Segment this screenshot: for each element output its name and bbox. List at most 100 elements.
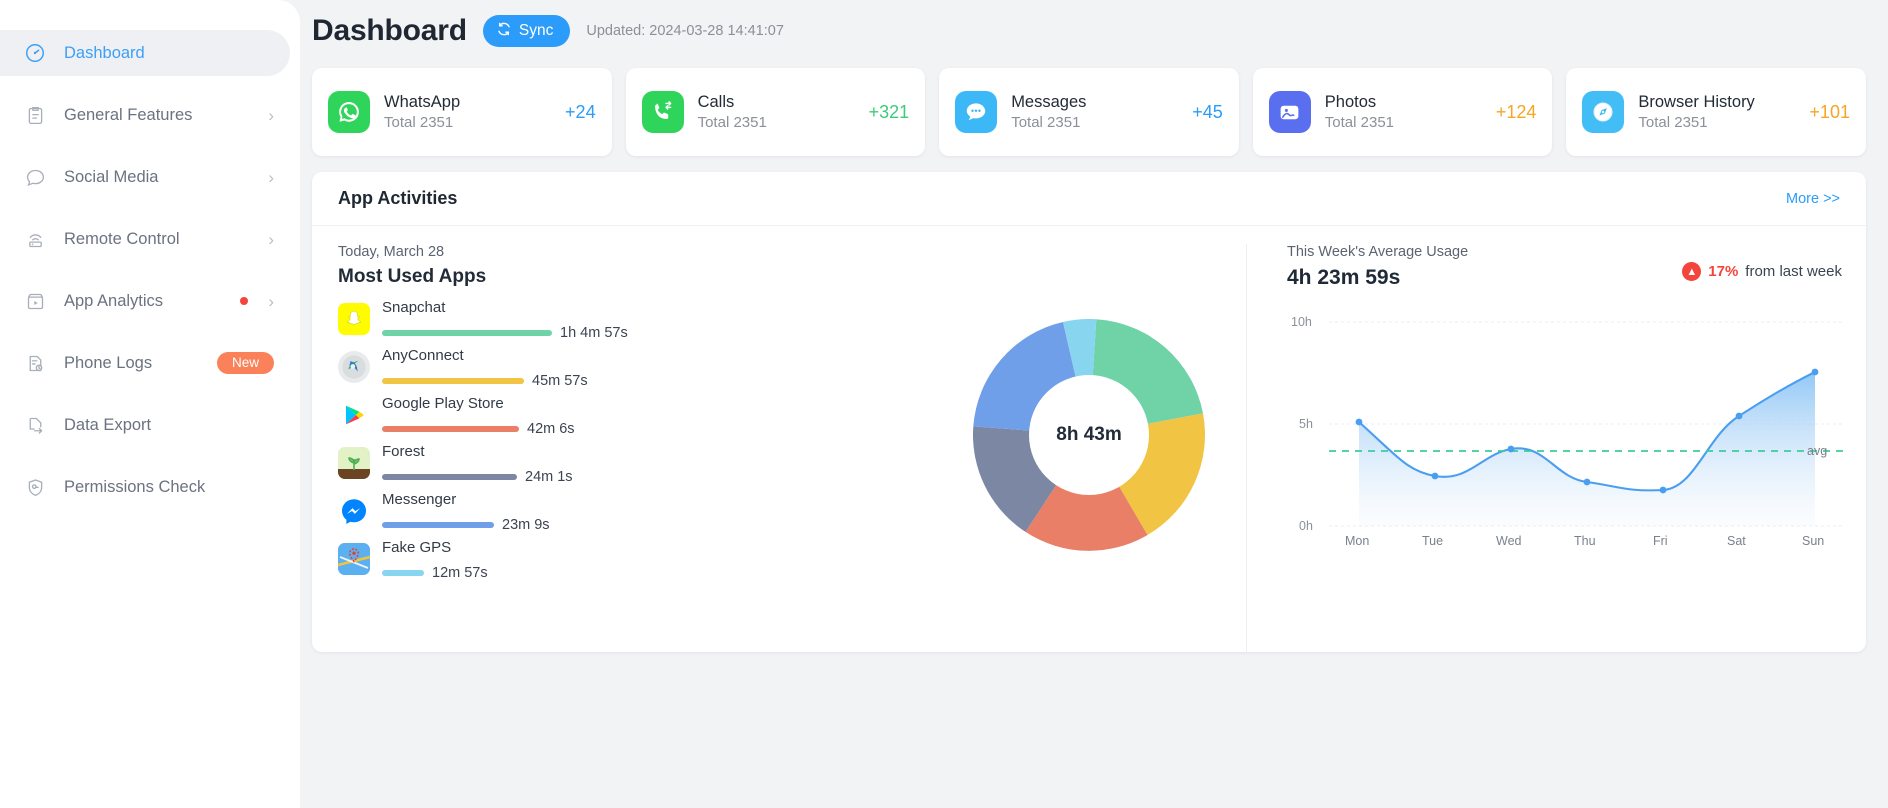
updated-timestamp: Updated: 2024-03-28 14:41:07 xyxy=(586,23,784,39)
sidebar-item-data-export[interactable]: Data Export xyxy=(0,402,300,448)
x-tick-thu: Thu xyxy=(1574,534,1596,548)
chevron-right-icon: › xyxy=(268,105,274,125)
list-item[interactable]: Fake GPS 12m 57s xyxy=(338,538,932,586)
sidebar-nav: Dashboard General Features › Social Medi… xyxy=(0,30,300,510)
y-tick-10h: 10h xyxy=(1291,315,1312,329)
stat-card-text: Photos Total 2351 xyxy=(1325,91,1482,134)
usage-bar xyxy=(382,329,552,336)
stat-card-name: Calls xyxy=(697,92,735,111)
refresh-icon xyxy=(496,21,512,42)
sidebar-item-label: Social Media xyxy=(64,167,159,186)
sidebar-item-label: General Features xyxy=(64,105,193,124)
weekly-usage-chart: 10h 5h 0h avg Mon Tue Wed Thu Fri Sat Su… xyxy=(1287,306,1843,561)
page-title: Dashboard xyxy=(312,14,467,47)
stat-card-whatsapp[interactable]: WhatsApp Total 2351 +24 xyxy=(312,68,612,156)
sidebar-item-label: Dashboard xyxy=(64,43,145,62)
app-activities-panel: App Activities More >> Today, March 28 M… xyxy=(312,172,1866,652)
stat-card-browser-history[interactable]: Browser History Total 2351 +101 xyxy=(1566,68,1866,156)
trend-text: from last week xyxy=(1745,263,1842,280)
app-bar-line: 45m 57s xyxy=(382,373,932,389)
stat-card-total: Total 2351 xyxy=(1011,114,1081,131)
stat-card-photos[interactable]: Photos Total 2351 +124 xyxy=(1252,68,1553,156)
usage-bar xyxy=(382,569,424,576)
x-tick-sun: Sun xyxy=(1802,534,1825,548)
app-usage-time: 1h 4m 57s xyxy=(560,324,628,341)
list-item[interactable]: Messenger 23m 9s xyxy=(338,490,932,538)
app-name: AnyConnect xyxy=(382,347,464,364)
app-usage-time: 23m 9s xyxy=(502,516,550,533)
most-used-apps-section: Today, March 28 Most Used Apps Snapchat xyxy=(312,244,932,652)
video-clapper-icon xyxy=(20,288,50,314)
week-usage-section: This Week's Average Usage 4h 23m 59s ▲ 1… xyxy=(1246,244,1866,652)
sidebar-item-dashboard[interactable]: Dashboard xyxy=(0,30,290,76)
stat-card-delta: +101 xyxy=(1809,101,1850,122)
trend-percent: 17% xyxy=(1708,263,1739,280)
sidebar-item-label: Permissions Check xyxy=(64,477,206,496)
weekly-usage-svg xyxy=(1329,321,1843,527)
sidebar-item-remote-control[interactable]: Remote Control › xyxy=(0,216,300,262)
notification-dot xyxy=(240,297,249,305)
chevron-right-icon: › xyxy=(268,291,274,311)
x-tick-sat: Sat xyxy=(1727,534,1746,548)
app-bar-line: 12m 57s xyxy=(382,565,932,581)
trend-indicator: ▲ 17% from last week xyxy=(1682,244,1842,281)
list-item[interactable]: Google Play Store 42m 6s xyxy=(338,394,932,442)
stat-cards-row: WhatsApp Total 2351 +24 Calls Total 2351… xyxy=(312,68,1866,156)
panel-body: Today, March 28 Most Used Apps Snapchat xyxy=(312,226,1866,652)
stat-card-delta: +124 xyxy=(1495,101,1537,122)
x-tick-wed: Wed xyxy=(1496,534,1522,548)
calls-icon xyxy=(641,91,684,133)
app-usage-time: 42m 6s xyxy=(527,420,575,437)
shield-key-icon xyxy=(20,474,50,500)
more-link[interactable]: More >> xyxy=(1786,191,1840,207)
x-tick-mon: Mon xyxy=(1345,534,1370,548)
google-play-icon xyxy=(338,399,370,431)
y-tick-5h: 5h xyxy=(1299,417,1313,431)
main-content: Dashboard Sync Updated: 2024-03-28 14:41… xyxy=(300,0,1888,808)
status-badge-new: New xyxy=(216,351,274,375)
list-item[interactable]: Snapchat 1h 4m 57s xyxy=(338,298,932,346)
topbar: Dashboard Sync Updated: 2024-03-28 14:41… xyxy=(312,0,1866,62)
app-name: Forest xyxy=(382,443,425,460)
stat-card-name: Messages xyxy=(1011,92,1087,111)
stat-card-delta: +321 xyxy=(868,101,910,122)
stat-card-text: Calls Total 2351 xyxy=(698,91,855,134)
clipboard-icon xyxy=(20,102,50,128)
stat-card-messages[interactable]: Messages Total 2351 +45 xyxy=(939,68,1239,156)
app-name: Messenger xyxy=(382,491,457,508)
app-usage-time: 45m 57s xyxy=(532,372,588,389)
browser-icon xyxy=(1582,91,1625,133)
sync-button[interactable]: Sync xyxy=(482,15,571,47)
export-file-icon xyxy=(20,412,50,438)
sidebar-item-app-analytics[interactable]: App Analytics › xyxy=(0,278,300,324)
app-usage-list: Snapchat 1h 4m 57s AnyConnect 45m 57s Go… xyxy=(338,298,932,586)
stat-card-name: Browser History xyxy=(1638,92,1755,111)
app-name: Google Play Store xyxy=(382,395,504,412)
app-row-content: Snapchat 1h 4m 57s xyxy=(382,298,932,341)
app-usage-time: 24m 1s xyxy=(525,468,573,485)
list-item[interactable]: AnyConnect 45m 57s xyxy=(338,346,932,394)
chevron-right-icon: › xyxy=(268,167,274,187)
week-usage-value: 4h 23m 59s xyxy=(1287,266,1401,289)
sidebar-item-permissions-check[interactable]: Permissions Check xyxy=(0,464,300,510)
stat-card-text: Browser History Total 2351 xyxy=(1638,91,1795,134)
fake-gps-icon xyxy=(338,543,370,575)
week-usage-summary: This Week's Average Usage 4h 23m 59s xyxy=(1287,244,1468,290)
app-row-content: Forest 24m 1s xyxy=(382,442,932,485)
sidebar-item-phone-logs[interactable]: Phone Logs New xyxy=(0,340,300,386)
sidebar-item-general-features[interactable]: General Features › xyxy=(0,92,300,138)
list-item[interactable]: Forest 24m 1s xyxy=(338,442,932,490)
messenger-icon xyxy=(338,495,370,527)
app-bar-line: 23m 9s xyxy=(382,517,932,533)
app-name: Snapchat xyxy=(382,299,446,316)
sidebar-item-social-media[interactable]: Social Media › xyxy=(0,154,300,200)
sidebar-item-label: Data Export xyxy=(64,415,152,434)
usage-donut-chart: 8h 43m xyxy=(932,244,1246,652)
usage-bar xyxy=(382,521,494,528)
y-tick-0h: 0h xyxy=(1299,519,1313,533)
stat-card-calls[interactable]: Calls Total 2351 +321 xyxy=(625,68,926,156)
stat-card-text: Messages Total 2351 xyxy=(1011,91,1178,134)
panel-title: App Activities xyxy=(338,188,458,208)
forest-icon xyxy=(338,447,370,479)
stat-card-delta: +24 xyxy=(565,101,596,122)
